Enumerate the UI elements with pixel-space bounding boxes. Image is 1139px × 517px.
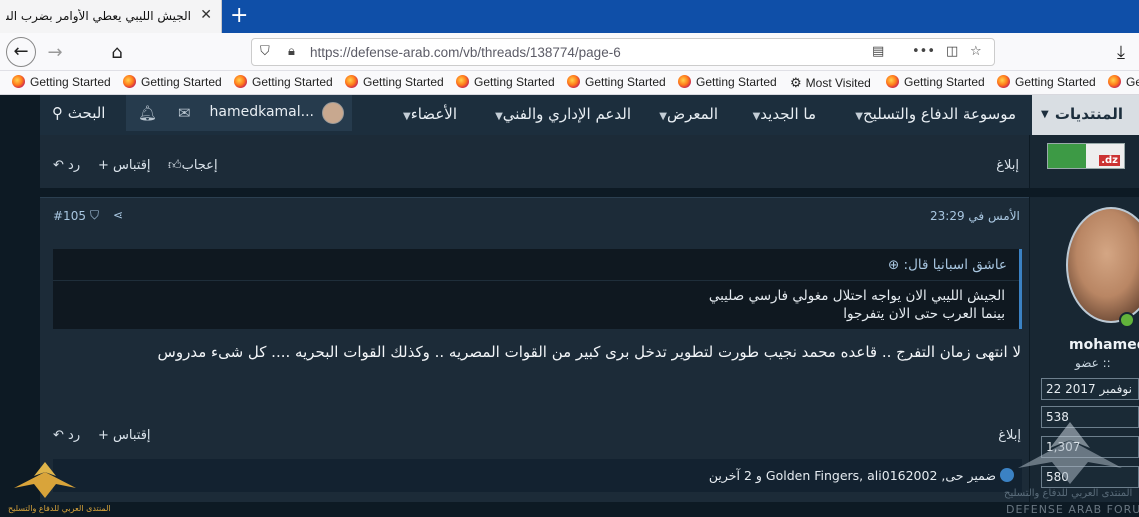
gear-icon: ⚙ xyxy=(790,75,802,90)
bookmark-item[interactable]: Getting xyxy=(1108,75,1139,89)
post-number[interactable]: #105 xyxy=(53,209,86,223)
firefox-icon xyxy=(12,75,25,88)
browser-toolbar: ← → ⌂ ⛉ 🔒︎ https://defense-arab.com/vb/t… xyxy=(0,33,1139,71)
author-joined: 22 نوفمبر 2017 xyxy=(1041,378,1139,400)
bookmark-item[interactable]: Getting Started xyxy=(234,75,333,89)
post-body: لا انتهى زمان التفرج .. قاعده محمد نجيب … xyxy=(157,343,1021,361)
firefox-icon xyxy=(997,75,1010,88)
shield-icon[interactable]: ⛉ xyxy=(260,44,270,59)
search-button[interactable]: ⚲ البحث xyxy=(40,95,126,131)
flag-text: .dz xyxy=(1099,155,1120,166)
site-nav: المنتديات ▼ موسوعة الدفاع والتسليح▼ ما ا… xyxy=(40,95,1139,135)
bookmark-item[interactable]: Getting Started xyxy=(678,75,777,89)
chevron-down-icon: ▼ xyxy=(402,111,411,122)
back-icon[interactable]: ← xyxy=(6,37,36,67)
browser-tab-bar: الجيش الليبي يعطي الأوامر بضرب السفن ال … xyxy=(0,0,1139,33)
firefox-icon xyxy=(234,75,247,88)
avatar xyxy=(1066,207,1139,323)
bell-icon[interactable]: 🔔︎ xyxy=(138,104,157,122)
watermark-logo: المنتدى العربي للدفاع والتسليح xyxy=(4,458,111,516)
inbox-icon[interactable]: ✉ xyxy=(178,104,191,122)
bookmark-item[interactable]: Getting Started xyxy=(567,75,666,89)
post-timestamp[interactable]: الأمس في 23:29 xyxy=(930,209,1020,223)
reply-button[interactable]: ↶ رد xyxy=(53,158,80,173)
watermark-logo: المنتدى العربي للدفاع والتسليح DEFENSE A… xyxy=(1000,418,1139,517)
quote-author[interactable]: عاشق اسبانيا قال: ⊕ xyxy=(888,257,1007,273)
bookmark-item[interactable]: Getting Started xyxy=(886,75,985,89)
eagle-logo-icon xyxy=(1018,422,1122,484)
url-text[interactable]: https://defense-arab.com/vb/threads/1387… xyxy=(310,45,621,60)
nav-support[interactable]: الدعم الإداري والفني▼ xyxy=(490,105,631,123)
url-bar[interactable]: ⛉ 🔒︎ https://defense-arab.com/vb/threads… xyxy=(251,38,995,66)
firefox-icon xyxy=(345,75,358,88)
bookmark-item[interactable]: Getting Started xyxy=(456,75,555,89)
bookmarks-bar: Getting Started Getting Started Getting … xyxy=(0,71,1139,95)
nav-whats-new[interactable]: ما الجديد▼ xyxy=(748,105,816,123)
quote-block: عاشق اسبانيا قال: ⊕ الجيش الليبي الان يو… xyxy=(53,249,1022,329)
lock-icon[interactable]: 🔒︎ xyxy=(288,44,295,59)
tab-title: الجيش الليبي يعطي الأوامر بضرب السفن ال xyxy=(6,9,191,23)
author-avatar[interactable] xyxy=(1066,207,1139,328)
quote-button[interactable]: + إقتباس xyxy=(98,428,151,443)
download-icon[interactable]: ⤓ xyxy=(1117,42,1125,63)
arrow-up-icon: ⊕ xyxy=(887,257,900,273)
firefox-icon xyxy=(678,75,691,88)
username: hamedkamal... xyxy=(209,104,315,120)
chevron-down-icon[interactable]: ▼ xyxy=(1041,109,1049,120)
star-icon[interactable]: ☆ xyxy=(970,44,982,59)
author-role: :: عضو xyxy=(1075,356,1111,370)
bookmark-item[interactable]: Getting Started xyxy=(997,75,1096,89)
bookmark-item[interactable]: Getting Started xyxy=(123,75,222,89)
reply-button[interactable]: ↶ رد xyxy=(53,428,80,443)
nav-gallery[interactable]: المعرض▼ xyxy=(654,105,718,123)
quote-button[interactable]: + إقتباس xyxy=(98,158,151,173)
firefox-icon xyxy=(1108,75,1121,88)
previous-post: إبلاغ 👍︎إعجاب + إقتباس ↶ رد xyxy=(40,135,1029,188)
close-tab-icon[interactable]: ✕ xyxy=(200,7,212,23)
new-tab-icon[interactable]: + xyxy=(230,3,248,28)
pocket-icon[interactable]: ◫ xyxy=(946,44,958,59)
bookmark-item[interactable]: Getting Started xyxy=(12,75,111,89)
reply-icon: ↶ xyxy=(53,158,64,173)
quote-line: الجيش الليبي الان يواجه احتلال مغولي فار… xyxy=(708,288,1005,304)
post-separator xyxy=(40,188,1139,196)
quote-line: بينما العرب حتى الان يتفرجوا xyxy=(843,306,1005,322)
firefox-icon xyxy=(567,75,580,88)
bookmark-icon[interactable]: ⛉ xyxy=(90,208,99,223)
avatar xyxy=(322,102,344,124)
reactions-bar[interactable]: ضمير حى, Golden Fingers, ali0162002 و 2 … xyxy=(53,459,1022,492)
firefox-icon xyxy=(456,75,469,88)
user-menu[interactable]: hamedkamal... ✉ 🔔︎ xyxy=(126,95,352,131)
nav-forums-label: المنتديات xyxy=(1054,105,1123,123)
search-icon: ⚲ xyxy=(52,104,63,122)
bookmark-most-visited[interactable]: ⚙ Most Visited xyxy=(790,75,871,91)
share-icon[interactable]: ⋖ xyxy=(113,208,123,222)
eagle-logo-icon xyxy=(14,462,76,498)
firefox-icon xyxy=(886,75,899,88)
reactions-text: ضمير حى, Golden Fingers, ali0162002 و 2 … xyxy=(708,468,996,483)
thumbs-up-icon: 👍︎ xyxy=(168,158,182,173)
online-status-icon xyxy=(1119,312,1135,328)
bookmark-item[interactable]: Getting Started xyxy=(345,75,444,89)
nav-encyclopedia[interactable]: موسوعة الدفاع والتسليح▼ xyxy=(850,105,1016,123)
author-name[interactable]: mohamed xyxy=(1069,337,1139,353)
flag-banner: .dz xyxy=(1047,143,1125,169)
chevron-down-icon: ▼ xyxy=(855,111,863,122)
chevron-down-icon: ▼ xyxy=(659,111,667,122)
nav-members[interactable]: الأعضاء▼ xyxy=(398,105,457,123)
more-icon[interactable]: ••• xyxy=(912,44,935,59)
browser-tab[interactable]: الجيش الليبي يعطي الأوامر بضرب السفن ال … xyxy=(0,0,222,33)
reply-icon: ↶ xyxy=(53,428,64,443)
home-icon[interactable]: ⌂ xyxy=(104,40,130,66)
report-link[interactable]: إبلاغ xyxy=(996,158,1019,173)
chevron-down-icon: ▼ xyxy=(495,111,503,122)
divider xyxy=(53,280,1019,281)
like-button[interactable]: 👍︎إعجاب xyxy=(168,158,218,173)
nav-forums[interactable]: المنتديات ▼ xyxy=(1032,95,1139,135)
forward-icon[interactable]: → xyxy=(42,40,68,66)
reader-view-icon[interactable]: ▤ xyxy=(872,44,884,59)
firefox-icon xyxy=(123,75,136,88)
